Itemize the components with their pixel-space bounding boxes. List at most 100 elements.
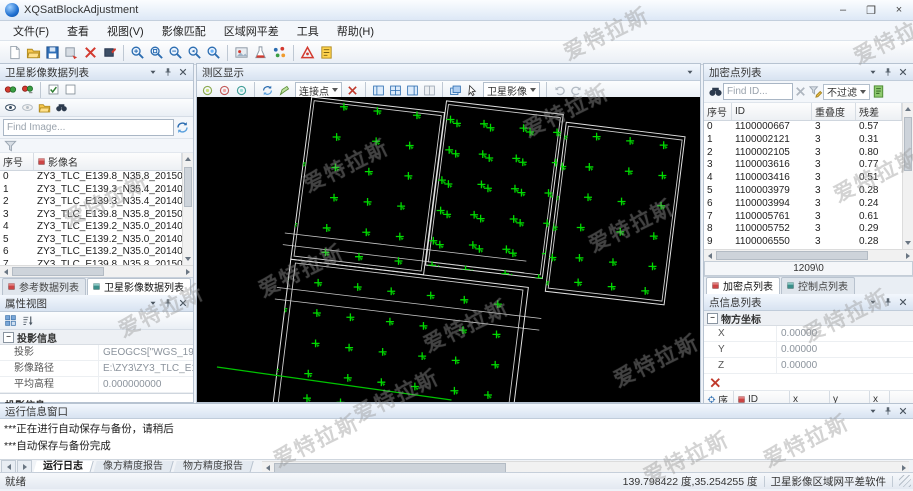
orbit-teal-icon[interactable] [233, 83, 250, 98]
delete-icon[interactable] [81, 43, 100, 62]
zoom-fit-icon[interactable] [204, 43, 223, 62]
zoom-prev-icon[interactable] [185, 43, 204, 62]
delete-point-icon[interactable] [707, 375, 723, 389]
check-off-icon[interactable] [62, 82, 79, 97]
pin-icon[interactable] [881, 405, 895, 418]
scroll-right-icon[interactable] [902, 250, 913, 261]
zoom-out-icon[interactable] [166, 43, 185, 62]
caret-down-icon[interactable] [683, 66, 697, 79]
save-icon[interactable] [43, 43, 62, 62]
tab-point-list-0[interactable]: 加密点列表 [706, 277, 780, 294]
caret-down-icon[interactable] [146, 297, 160, 310]
scroll-up-icon[interactable] [183, 154, 193, 164]
collapse-icon[interactable]: − [3, 332, 14, 343]
report-doc-icon[interactable] [870, 84, 886, 99]
refresh-icon[interactable] [174, 120, 190, 135]
property-row[interactable]: 影像路径E:\ZY3\ZY3_TLC_E139 [0, 361, 193, 377]
tie-point-row[interactable]: 9110000655030.28 [704, 236, 913, 249]
caret-down-icon[interactable] [146, 66, 160, 79]
pin-icon[interactable] [881, 296, 895, 309]
category-icon[interactable] [2, 313, 19, 328]
close-icon[interactable] [896, 66, 910, 79]
tie-point-search-input[interactable] [723, 83, 793, 100]
column-header-index[interactable]: 序号 [0, 153, 34, 170]
menu-item-4[interactable]: 区域网平差 [215, 21, 288, 41]
eye-icon[interactable] [2, 100, 19, 115]
cursor-icon[interactable] [464, 83, 481, 98]
binoculars-icon[interactable] [707, 84, 723, 99]
new-page-icon[interactable] [5, 43, 24, 62]
resize-grip[interactable] [899, 475, 911, 487]
image-row[interactable]: 0ZY3_TLC_E139.8_N35.8_20150204_L1A00 [0, 171, 193, 184]
clear-search-icon[interactable] [793, 84, 808, 99]
image-list-hscrollbar[interactable] [0, 265, 193, 277]
maximize-button[interactable]: ❐ [857, 2, 885, 19]
orbit-red-icon[interactable] [216, 83, 233, 98]
tab-data-list-0[interactable]: 参考数据列表 [2, 278, 86, 295]
open-folder-icon[interactable] [24, 43, 43, 62]
tin-adjust-icon[interactable] [298, 43, 317, 62]
tab-point-list-1[interactable]: 控制点列表 [781, 277, 855, 294]
map-canvas[interactable] [197, 97, 700, 402]
collapse-icon[interactable]: − [707, 313, 718, 324]
pin-icon[interactable] [161, 297, 175, 310]
filter-funnel-icon[interactable] [2, 140, 18, 152]
tie-point-row[interactable]: 4110000341630.51 [704, 172, 913, 185]
scroll-left-icon[interactable] [0, 266, 11, 277]
tie-point-row[interactable]: 3110000361630.77 [704, 159, 913, 172]
column-header-1[interactable]: ID [732, 103, 812, 120]
import-icon[interactable] [100, 43, 119, 62]
win1-icon[interactable] [370, 83, 387, 98]
win3-icon[interactable] [404, 83, 421, 98]
tie-point-row[interactable]: 1110000212130.31 [704, 134, 913, 147]
scroll-up-icon[interactable] [903, 104, 913, 114]
refresh-blue-icon[interactable] [259, 83, 276, 98]
tie-point-row[interactable]: 2110000210530.80 [704, 147, 913, 160]
close-icon[interactable] [896, 405, 910, 418]
footprint-balls2-icon[interactable] [19, 82, 36, 97]
undo-icon[interactable] [551, 83, 568, 98]
property-row[interactable]: 平均高程0.000000000 [0, 377, 193, 393]
tie-points-icon[interactable] [270, 43, 289, 62]
tie-point-row[interactable]: 0110000066730.57 [704, 121, 913, 134]
menu-item-5[interactable]: 工具 [288, 21, 328, 41]
menu-item-6[interactable]: 帮助(H) [328, 21, 383, 41]
close-icon[interactable] [176, 297, 190, 310]
footprint-balls-icon[interactable] [2, 82, 19, 97]
eye-gray-icon[interactable] [19, 100, 36, 115]
redo-icon[interactable] [568, 83, 585, 98]
menu-item-1[interactable]: 查看 [58, 21, 98, 41]
report-icon[interactable] [317, 43, 336, 62]
zoom-window-icon[interactable] [147, 43, 166, 62]
image-row[interactable]: 6ZY3_TLC_E139.2_N35.0_20140131_L1A00 [0, 246, 193, 259]
image-view-icon[interactable] [232, 43, 251, 62]
caret-down-icon[interactable] [866, 405, 880, 418]
scroll-left-icon[interactable] [704, 250, 715, 261]
menu-item-0[interactable]: 文件(F) [4, 21, 58, 41]
export-icon[interactable] [62, 43, 81, 62]
column-header-name[interactable]: 影像名 [34, 153, 182, 170]
column-header-0[interactable]: 序号 [704, 103, 732, 120]
filter-edit-icon[interactable] [808, 84, 823, 99]
pin-icon[interactable] [161, 66, 175, 79]
coord-group-header[interactable]: − 物方坐标 [704, 311, 913, 326]
tie-point-hscrollbar[interactable] [704, 249, 913, 261]
connect-point-dropdown[interactable]: 连接点 [295, 82, 342, 98]
column-header-3[interactable]: 残差 [856, 103, 902, 120]
image-row[interactable]: 1ZY3_TLC_E139.3_N35.4_20140131_L1A00 [0, 184, 193, 197]
delete-x-icon[interactable] [344, 83, 361, 98]
image-list-vscrollbar[interactable] [182, 153, 193, 265]
minimize-button[interactable]: – [829, 2, 857, 19]
image-row[interactable]: 4ZY3_TLC_E139.2_N35.0_20140131_L1A00 [0, 221, 193, 234]
close-icon[interactable] [896, 296, 910, 309]
binoculars-icon[interactable] [53, 100, 70, 115]
tie-point-row[interactable]: 5110000397930.28 [704, 185, 913, 198]
property-group-header[interactable]: − 投影信息 [0, 330, 193, 345]
close-icon[interactable] [176, 66, 190, 79]
property-row[interactable]: 投影GEOGCS["WGS_1984" [0, 345, 193, 361]
tie-point-row[interactable]: 7110000576130.61 [704, 211, 913, 224]
scroll-down-icon[interactable] [183, 254, 193, 264]
win-gray-icon[interactable] [421, 83, 438, 98]
sort-az-icon[interactable] [19, 313, 36, 328]
orbit-green-icon[interactable] [199, 83, 216, 98]
